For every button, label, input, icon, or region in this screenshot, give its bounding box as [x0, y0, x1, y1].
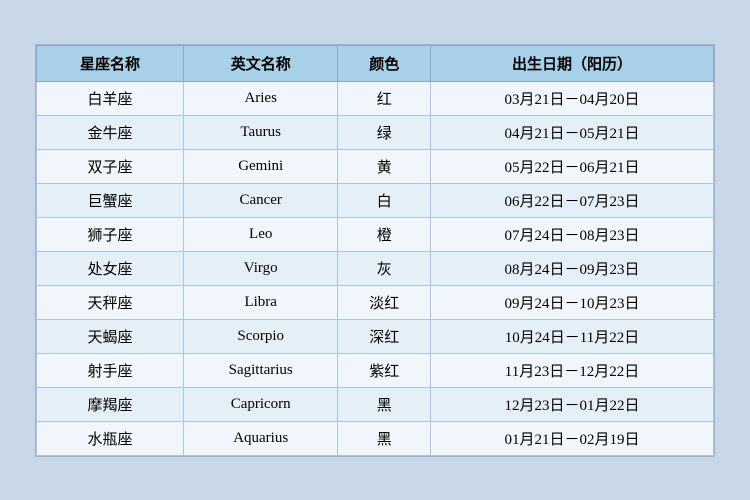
table-row: 双子座Gemini黄05月22日－06月21日 [37, 149, 714, 183]
cell-r5-c0: 处女座 [37, 251, 184, 285]
cell-r10-c1: Aquarius [183, 421, 337, 455]
zodiac-table: 星座名称英文名称颜色出生日期（阳历） 白羊座Aries红03月21日－04月20… [36, 45, 714, 456]
cell-r8-c3: 11月23日－12月22日 [430, 353, 713, 387]
table-row: 巨蟹座Cancer白06月22日－07月23日 [37, 183, 714, 217]
cell-r0-c0: 白羊座 [37, 81, 184, 115]
cell-r7-c0: 天蝎座 [37, 319, 184, 353]
header-col-3: 出生日期（阳历） [430, 45, 713, 81]
cell-r0-c1: Aries [183, 81, 337, 115]
cell-r7-c2: 深红 [338, 319, 431, 353]
table-row: 狮子座Leo橙07月24日－08月23日 [37, 217, 714, 251]
table-row: 处女座Virgo灰08月24日－09月23日 [37, 251, 714, 285]
cell-r9-c1: Capricorn [183, 387, 337, 421]
cell-r2-c3: 05月22日－06月21日 [430, 149, 713, 183]
cell-r1-c1: Taurus [183, 115, 337, 149]
cell-r2-c1: Gemini [183, 149, 337, 183]
cell-r4-c2: 橙 [338, 217, 431, 251]
table-row: 天秤座Libra淡红09月24日－10月23日 [37, 285, 714, 319]
cell-r9-c2: 黑 [338, 387, 431, 421]
cell-r6-c2: 淡红 [338, 285, 431, 319]
cell-r4-c1: Leo [183, 217, 337, 251]
cell-r1-c3: 04月21日－05月21日 [430, 115, 713, 149]
cell-r2-c2: 黄 [338, 149, 431, 183]
cell-r0-c2: 红 [338, 81, 431, 115]
cell-r7-c3: 10月24日－11月22日 [430, 319, 713, 353]
cell-r1-c2: 绿 [338, 115, 431, 149]
cell-r8-c1: Sagittarius [183, 353, 337, 387]
cell-r5-c3: 08月24日－09月23日 [430, 251, 713, 285]
cell-r6-c3: 09月24日－10月23日 [430, 285, 713, 319]
cell-r9-c3: 12月23日－01月22日 [430, 387, 713, 421]
cell-r5-c1: Virgo [183, 251, 337, 285]
cell-r10-c2: 黑 [338, 421, 431, 455]
table-body: 白羊座Aries红03月21日－04月20日金牛座Taurus绿04月21日－0… [37, 81, 714, 455]
cell-r5-c2: 灰 [338, 251, 431, 285]
cell-r1-c0: 金牛座 [37, 115, 184, 149]
header-col-2: 颜色 [338, 45, 431, 81]
cell-r8-c0: 射手座 [37, 353, 184, 387]
cell-r3-c1: Cancer [183, 183, 337, 217]
cell-r2-c0: 双子座 [37, 149, 184, 183]
cell-r3-c2: 白 [338, 183, 431, 217]
table-header-row: 星座名称英文名称颜色出生日期（阳历） [37, 45, 714, 81]
table-row: 摩羯座Capricorn黑12月23日－01月22日 [37, 387, 714, 421]
header-col-1: 英文名称 [183, 45, 337, 81]
zodiac-table-wrapper: 星座名称英文名称颜色出生日期（阳历） 白羊座Aries红03月21日－04月20… [35, 44, 715, 457]
header-col-0: 星座名称 [37, 45, 184, 81]
cell-r10-c3: 01月21日－02月19日 [430, 421, 713, 455]
table-row: 白羊座Aries红03月21日－04月20日 [37, 81, 714, 115]
table-row: 射手座Sagittarius紫红11月23日－12月22日 [37, 353, 714, 387]
cell-r4-c0: 狮子座 [37, 217, 184, 251]
cell-r6-c0: 天秤座 [37, 285, 184, 319]
cell-r6-c1: Libra [183, 285, 337, 319]
cell-r9-c0: 摩羯座 [37, 387, 184, 421]
table-row: 水瓶座Aquarius黑01月21日－02月19日 [37, 421, 714, 455]
cell-r10-c0: 水瓶座 [37, 421, 184, 455]
cell-r4-c3: 07月24日－08月23日 [430, 217, 713, 251]
cell-r8-c2: 紫红 [338, 353, 431, 387]
table-row: 天蝎座Scorpio深红10月24日－11月22日 [37, 319, 714, 353]
cell-r3-c0: 巨蟹座 [37, 183, 184, 217]
cell-r3-c3: 06月22日－07月23日 [430, 183, 713, 217]
cell-r0-c3: 03月21日－04月20日 [430, 81, 713, 115]
table-row: 金牛座Taurus绿04月21日－05月21日 [37, 115, 714, 149]
cell-r7-c1: Scorpio [183, 319, 337, 353]
